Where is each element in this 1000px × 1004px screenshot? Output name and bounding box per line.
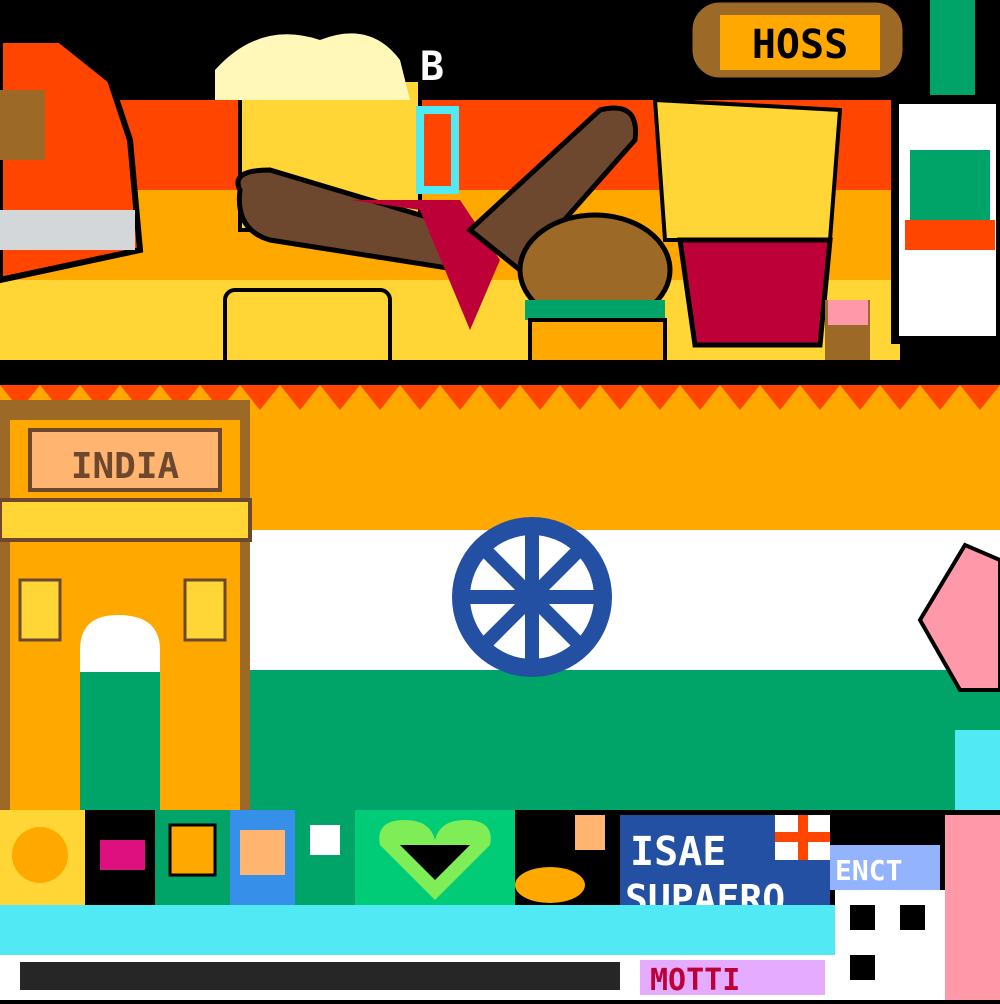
gate-label: INDIA — [71, 446, 180, 487]
bottle-neck — [930, 0, 975, 95]
india-gate: INDIA — [0, 400, 252, 810]
tile-england-cross-h — [775, 832, 830, 842]
top-letter: B — [420, 44, 444, 90]
chakra-hub — [522, 587, 542, 607]
fries — [652, 97, 843, 242]
gate-arch-green — [80, 672, 160, 810]
bottle-band — [905, 220, 995, 250]
helmet-visor — [0, 210, 135, 250]
tile-mixed-bowl — [515, 867, 585, 903]
pixel-art: HOSS B INDIA ISAE SUPAERO ENCT MOTTI — [0, 0, 1000, 1000]
badge-label: HOSS — [752, 22, 848, 68]
tile-pink-face — [945, 815, 1000, 1000]
bottle-label — [910, 150, 990, 220]
bottom-text: MOTTI — [650, 963, 740, 998]
bottom-water: MOTTI — [0, 905, 835, 1000]
tile-qr-block-1 — [850, 905, 875, 930]
tile-text-1: ISAE — [630, 829, 726, 875]
tile-qr-block-2 — [900, 905, 925, 930]
cupcake-frosting — [828, 300, 868, 325]
tile-text-3: ENCT — [835, 854, 902, 887]
tile-fox-face — [168, 823, 217, 877]
lotus-water — [955, 730, 1000, 810]
taco — [223, 288, 392, 372]
rplace-canvas[interactable]: HOSS B INDIA ISAE SUPAERO ENCT MOTTI — [0, 0, 1000, 1000]
pixel-text-strip — [20, 962, 620, 990]
gate-pillar-right — [183, 578, 227, 642]
fries-box — [677, 237, 833, 348]
tile-qr-block-3 — [850, 955, 875, 980]
bunting-strip — [0, 360, 900, 382]
gate-frieze — [0, 498, 252, 542]
gate-pillar-left — [18, 578, 62, 642]
tile-figure — [295, 810, 355, 905]
tile-mixed-face — [575, 815, 605, 850]
water-band — [0, 905, 835, 955]
tile-figure-head — [310, 825, 340, 855]
tile-portrait-face — [240, 830, 285, 875]
tile-creeper-face — [100, 840, 145, 870]
helmet-window — [0, 90, 45, 160]
tile-sun-disc — [12, 827, 68, 883]
burger-lettuce — [525, 300, 665, 320]
